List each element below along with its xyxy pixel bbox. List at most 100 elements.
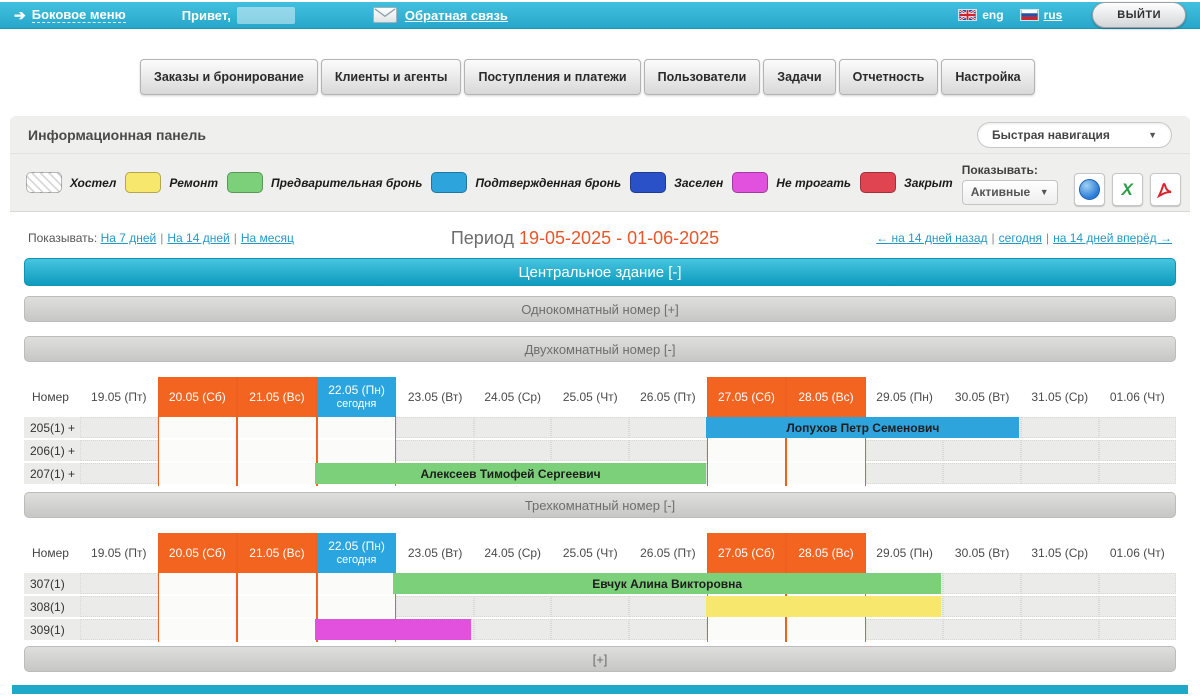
web-export-icon[interactable]: [1074, 173, 1105, 206]
tab-payments[interactable]: Поступления и платежи: [464, 59, 640, 95]
calendar-cell[interactable]: [238, 440, 316, 461]
calendar-cell[interactable]: [1099, 417, 1177, 438]
calendar-cell[interactable]: [629, 440, 707, 461]
calendar-cell[interactable]: [159, 619, 237, 640]
roomtype-three-room-header[interactable]: Трехкомнатный номер [-]: [24, 492, 1176, 518]
calendar-cell[interactable]: [551, 619, 629, 640]
calendar-cell[interactable]: [159, 463, 237, 484]
calendar-cell[interactable]: [1099, 463, 1177, 484]
calendar-cell[interactable]: [159, 596, 237, 617]
building-central-header[interactable]: Центральное здание [-]: [24, 258, 1176, 286]
calendar-cell[interactable]: [80, 417, 158, 438]
tab-users[interactable]: Пользователи: [644, 59, 761, 95]
calendar-cell[interactable]: [943, 573, 1021, 594]
room-label[interactable]: 307(1): [24, 573, 80, 594]
calendar-cell[interactable]: [238, 417, 316, 438]
roomtype-two-room-header[interactable]: Двухкомнатный номер [-]: [24, 336, 1176, 362]
calendar-cell[interactable]: [1099, 573, 1177, 594]
tab-settings[interactable]: Настройка: [941, 59, 1034, 95]
excel-export-icon[interactable]: X: [1112, 173, 1143, 206]
period-nav-link-0[interactable]: ← на 14 дней назад: [876, 231, 987, 245]
calendar-cell[interactable]: [80, 463, 158, 484]
calendar-cell[interactable]: [866, 440, 944, 461]
calendar-cell[interactable]: [80, 596, 158, 617]
calendar-cell[interactable]: [159, 573, 237, 594]
calendar-cell[interactable]: [159, 417, 237, 438]
booking-bar[interactable]: Евчук Алина Викторовна: [393, 573, 941, 594]
calendar-cell[interactable]: [551, 417, 629, 438]
calendar-cell[interactable]: [238, 463, 316, 484]
calendar-cell[interactable]: [80, 440, 158, 461]
calendar-cell[interactable]: [1099, 440, 1177, 461]
sidebar-menu-button[interactable]: Боковое меню: [32, 7, 126, 23]
period-nav-link-2[interactable]: на 14 дней вперёд →: [1053, 231, 1172, 245]
calendar-cell[interactable]: [787, 463, 865, 484]
calendar-cell[interactable]: [629, 596, 707, 617]
tab-reports[interactable]: Отчетность: [839, 59, 939, 95]
calendar-cell[interactable]: [1021, 417, 1099, 438]
calendar-cell[interactable]: [238, 596, 316, 617]
calendar-cell[interactable]: [396, 440, 474, 461]
calendar-cell[interactable]: [1021, 596, 1099, 617]
range-link-2[interactable]: На месяц: [241, 231, 294, 245]
calendar-cell[interactable]: [80, 619, 158, 640]
building-other-header[interactable]: [+]: [24, 646, 1176, 672]
status-filter-select[interactable]: Активные ▼: [962, 180, 1058, 205]
calendar-cell[interactable]: [866, 619, 944, 640]
room-label[interactable]: 205(1) +: [24, 417, 80, 438]
range-link-0[interactable]: На 7 дней: [101, 231, 157, 245]
calendar-cell[interactable]: [396, 596, 474, 617]
calendar-cell[interactable]: [787, 619, 865, 640]
calendar-cell[interactable]: [396, 417, 474, 438]
booking-bar[interactable]: [315, 619, 472, 640]
calendar-cell[interactable]: [318, 596, 396, 617]
calendar-cell[interactable]: [238, 573, 316, 594]
room-label[interactable]: 308(1): [24, 596, 80, 617]
pdf-export-icon[interactable]: [1150, 173, 1181, 206]
calendar-cell[interactable]: [708, 463, 786, 484]
calendar-cell[interactable]: [1099, 596, 1177, 617]
calendar-cell[interactable]: [629, 417, 707, 438]
calendar-cell[interactable]: [80, 573, 158, 594]
calendar-cell[interactable]: [943, 596, 1021, 617]
calendar-cell[interactable]: [1099, 619, 1177, 640]
calendar-cell[interactable]: [708, 619, 786, 640]
booking-bar[interactable]: Лопухов Петр Семенович: [706, 417, 1019, 438]
calendar-cell[interactable]: [318, 573, 396, 594]
tab-tasks[interactable]: Задачи: [763, 59, 835, 95]
calendar-cell[interactable]: [474, 417, 552, 438]
calendar-cell[interactable]: [1021, 463, 1099, 484]
calendar-cell[interactable]: [943, 463, 1021, 484]
lang-rus-link[interactable]: rus: [1020, 8, 1063, 22]
room-label[interactable]: 207(1) +: [24, 463, 80, 484]
calendar-cell[interactable]: [551, 596, 629, 617]
logout-button[interactable]: ВЫЙТИ: [1092, 2, 1186, 28]
quick-nav-select[interactable]: Быстрая навигация ▼: [977, 122, 1172, 148]
period-nav-link-1[interactable]: сегодня: [999, 231, 1042, 245]
calendar-cell[interactable]: [551, 440, 629, 461]
calendar-cell[interactable]: [866, 463, 944, 484]
booking-bar[interactable]: Алексеев Тимофей Сергеевич: [315, 463, 706, 484]
calendar-cell[interactable]: [943, 440, 1021, 461]
calendar-cell[interactable]: [474, 619, 552, 640]
calendar-cell[interactable]: [159, 440, 237, 461]
calendar-cell[interactable]: [474, 440, 552, 461]
calendar-cell[interactable]: [474, 596, 552, 617]
calendar-cell[interactable]: [1021, 573, 1099, 594]
tab-clients[interactable]: Клиенты и агенты: [321, 59, 462, 95]
room-label[interactable]: 309(1): [24, 619, 80, 640]
calendar-cell[interactable]: [708, 440, 786, 461]
lang-eng-link[interactable]: eng: [958, 8, 1003, 22]
range-link-1[interactable]: На 14 дней: [167, 231, 229, 245]
booking-bar[interactable]: [706, 596, 941, 617]
tab-orders[interactable]: Заказы и бронирование: [140, 59, 318, 95]
calendar-cell[interactable]: [943, 619, 1021, 640]
calendar-cell[interactable]: [318, 417, 396, 438]
calendar-cell[interactable]: [318, 440, 396, 461]
roomtype-one-room-header[interactable]: Однокомнатный номер [+]: [24, 296, 1176, 322]
calendar-cell[interactable]: [629, 619, 707, 640]
calendar-cell[interactable]: [1021, 619, 1099, 640]
calendar-cell[interactable]: [238, 619, 316, 640]
calendar-cell[interactable]: [787, 440, 865, 461]
calendar-cell[interactable]: [1021, 440, 1099, 461]
